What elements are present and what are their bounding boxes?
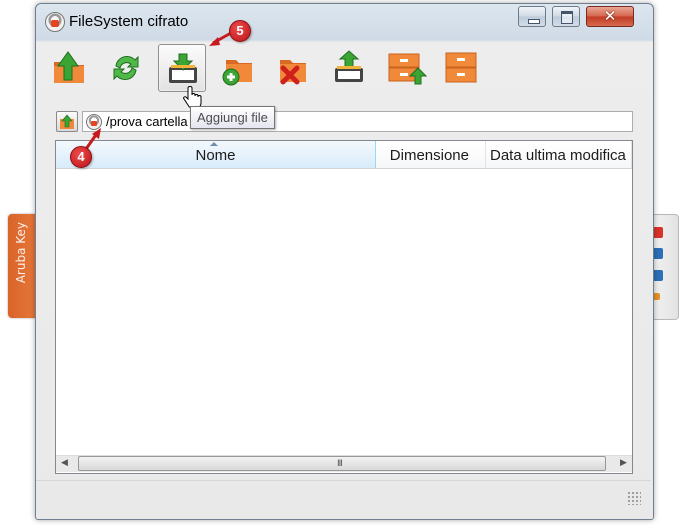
close-button[interactable]: ✕ <box>586 6 634 27</box>
close-icon: ✕ <box>603 7 617 25</box>
delete-button[interactable] <box>269 44 317 92</box>
annotation-step-5: 5 <box>229 20 251 42</box>
resize-grip-icon[interactable] <box>627 491 641 505</box>
archive-button[interactable] <box>437 44 485 92</box>
folder-up-icon <box>60 114 74 129</box>
refresh-icon <box>113 55 139 81</box>
app-icon <box>45 12 65 32</box>
add-file-button[interactable] <box>158 44 206 92</box>
add-file-icon <box>169 53 197 83</box>
new-folder-button[interactable] <box>214 44 262 92</box>
scrollbar-thumb[interactable] <box>78 456 606 471</box>
column-header-date-modified[interactable]: Data ultima modifica <box>486 141 632 169</box>
extract-file-button[interactable] <box>325 44 373 92</box>
sort-ascending-icon <box>210 142 218 146</box>
scrollbar-grip: III <box>337 459 343 469</box>
new-folder-icon <box>222 60 252 86</box>
folder-up-button[interactable] <box>45 44 93 92</box>
column-header-size[interactable]: Dimensione <box>376 141 486 169</box>
window-title: FileSystem cifrato <box>69 13 189 30</box>
scroll-right-icon[interactable]: ▶ <box>615 455 632 472</box>
file-list[interactable] <box>55 140 633 474</box>
background-app-side-panel <box>650 214 679 320</box>
import-archive-button[interactable] <box>381 44 429 92</box>
add-file-tooltip: Aggiungi file <box>190 106 275 129</box>
folder-up-icon <box>54 51 84 83</box>
background-app-tab-label: Aruba Key <box>14 222 28 284</box>
path-up-button[interactable] <box>56 111 78 132</box>
delete-icon <box>280 60 306 85</box>
extract-file-icon <box>335 50 363 82</box>
minimize-button[interactable] <box>518 6 546 27</box>
import-archive-icon <box>388 53 427 85</box>
refresh-button[interactable] <box>102 44 150 92</box>
status-bar <box>36 480 651 518</box>
maximize-button[interactable] <box>552 6 580 27</box>
archive-icon <box>445 52 477 83</box>
encrypted-fs-icon <box>86 114 102 130</box>
annotation-step-4: 4 <box>70 146 92 168</box>
current-path: /prova cartella <box>106 114 188 129</box>
scroll-left-icon[interactable]: ◀ <box>56 455 73 472</box>
